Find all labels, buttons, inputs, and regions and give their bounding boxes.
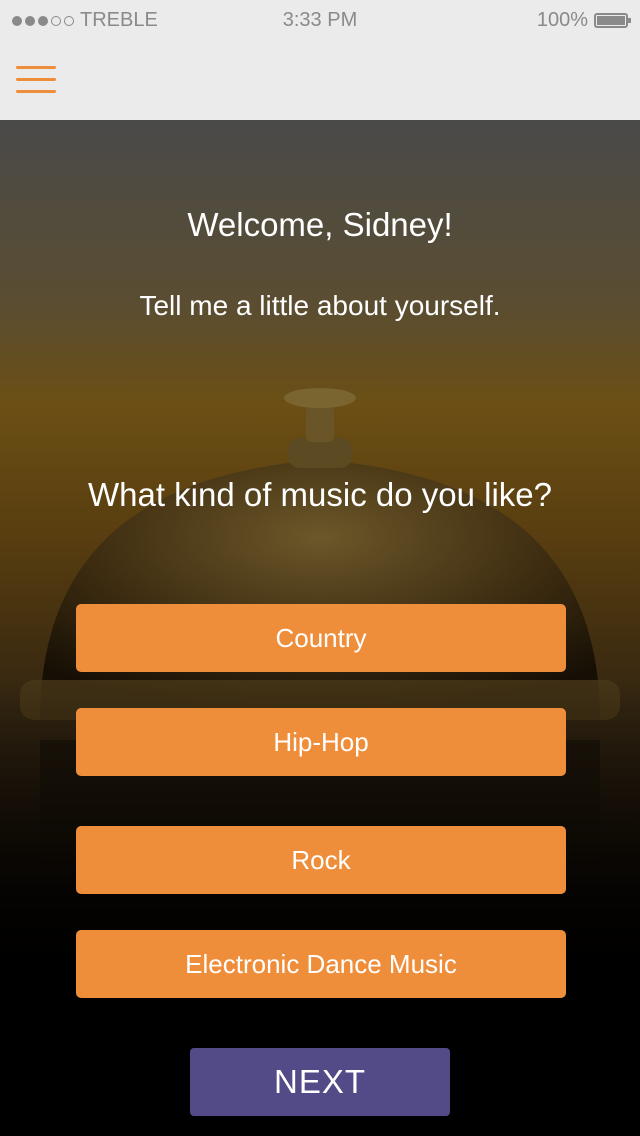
nav-bar	[0, 40, 640, 120]
genre-button-edm[interactable]: Electronic Dance Music	[76, 930, 566, 998]
hamburger-menu-icon[interactable]	[16, 62, 58, 98]
music-question: What kind of music do you like?	[87, 476, 553, 513]
genre-button-country[interactable]: Country	[76, 604, 566, 672]
welcome-title: Welcome, Sidney!	[187, 206, 453, 243]
genre-button-hip-hop[interactable]: Hip-Hop	[76, 708, 566, 776]
onboarding-panel: Welcome, Sidney! Tell me a little about …	[0, 120, 640, 1136]
next-button[interactable]: NEXT	[190, 1048, 450, 1116]
status-bar: TREBLE 3:33 PM 100%	[0, 0, 640, 40]
battery-status: 100%	[536, 9, 631, 32]
welcome-subtitle: Tell me a little about yourself.	[139, 290, 501, 321]
genre-button-rock[interactable]: Rock	[76, 826, 566, 894]
battery-icon	[594, 13, 631, 28]
battery-percent: 100%	[536, 9, 588, 31]
